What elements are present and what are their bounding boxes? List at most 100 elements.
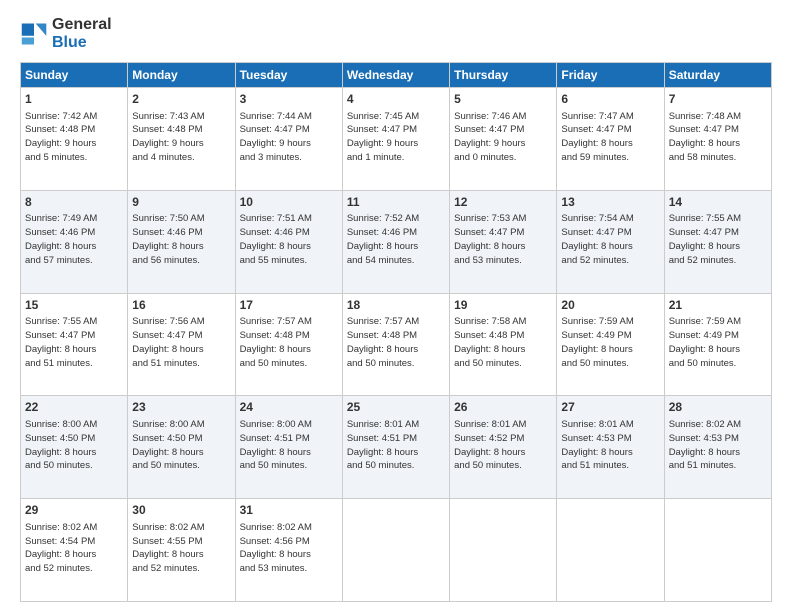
day-info: Sunrise: 8:01 AM Sunset: 4:53 PM Dayligh… [561, 419, 633, 471]
day-info: Sunrise: 8:01 AM Sunset: 4:52 PM Dayligh… [454, 419, 526, 471]
calendar-day-cell [557, 499, 664, 602]
day-number: 8 [25, 195, 123, 211]
calendar-day-header: Friday [557, 63, 664, 88]
day-number: 5 [454, 92, 552, 108]
day-number: 19 [454, 298, 552, 314]
day-info: Sunrise: 7:46 AM Sunset: 4:47 PM Dayligh… [454, 111, 526, 163]
day-info: Sunrise: 8:02 AM Sunset: 4:53 PM Dayligh… [669, 419, 741, 471]
calendar-day-cell: 12 Sunrise: 7:53 AM Sunset: 4:47 PM Dayli… [450, 190, 557, 293]
day-number: 24 [240, 400, 338, 416]
calendar-day-cell: 22 Sunrise: 8:00 AM Sunset: 4:50 PM Dayli… [21, 396, 128, 499]
calendar-day-cell: 7Sunrise: 7:48 AM Sunset: 4:47 PM Daylig… [664, 88, 771, 191]
day-info: Sunrise: 7:43 AM Sunset: 4:48 PM Dayligh… [132, 111, 204, 163]
day-info: Sunrise: 8:00 AM Sunset: 4:51 PM Dayligh… [240, 419, 312, 471]
day-info: Sunrise: 7:48 AM Sunset: 4:47 PM Dayligh… [669, 111, 741, 163]
day-info: Sunrise: 7:47 AM Sunset: 4:47 PM Dayligh… [561, 111, 633, 163]
calendar-day-cell [664, 499, 771, 602]
calendar-day-cell: 28 Sunrise: 8:02 AM Sunset: 4:53 PM Dayli… [664, 396, 771, 499]
day-number: 6 [561, 92, 659, 108]
day-info: Sunrise: 7:59 AM Sunset: 4:49 PM Dayligh… [669, 316, 741, 368]
day-info: Sunrise: 7:42 AM Sunset: 4:48 PM Dayligh… [25, 111, 97, 163]
day-number: 27 [561, 400, 659, 416]
calendar-day-header: Monday [128, 63, 235, 88]
day-info: Sunrise: 7:58 AM Sunset: 4:48 PM Dayligh… [454, 316, 526, 368]
day-info: Sunrise: 8:00 AM Sunset: 4:50 PM Dayligh… [25, 419, 97, 471]
calendar-day-cell: 4Sunrise: 7:45 AM Sunset: 4:47 PM Daylig… [342, 88, 449, 191]
day-number: 10 [240, 195, 338, 211]
day-info: Sunrise: 8:00 AM Sunset: 4:50 PM Dayligh… [132, 419, 204, 471]
calendar-day-cell: 25 Sunrise: 8:01 AM Sunset: 4:51 PM Dayli… [342, 396, 449, 499]
calendar-header-row: SundayMondayTuesdayWednesdayThursdayFrid… [21, 63, 772, 88]
calendar-day-cell: 3 Sunrise: 7:44 AM Sunset: 4:47 PM Daylig… [235, 88, 342, 191]
calendar-day-cell: 2 Sunrise: 7:43 AM Sunset: 4:48 PM Daylig… [128, 88, 235, 191]
calendar-day-cell: 30Sunrise: 8:02 AM Sunset: 4:55 PM Dayli… [128, 499, 235, 602]
day-info: Sunrise: 7:49 AM Sunset: 4:46 PM Dayligh… [25, 213, 97, 265]
day-info: Sunrise: 8:01 AM Sunset: 4:51 PM Dayligh… [347, 419, 419, 471]
day-info: Sunrise: 7:50 AM Sunset: 4:46 PM Dayligh… [132, 213, 204, 265]
day-number: 16 [132, 298, 230, 314]
day-number: 2 [132, 92, 230, 108]
calendar-day-cell: 5 Sunrise: 7:46 AM Sunset: 4:47 PM Daylig… [450, 88, 557, 191]
day-number: 4 [347, 92, 445, 108]
calendar-day-cell: 24 Sunrise: 8:00 AM Sunset: 4:51 PM Dayli… [235, 396, 342, 499]
calendar-day-cell: 15Sunrise: 7:55 AM Sunset: 4:47 PM Dayli… [21, 293, 128, 396]
calendar-day-cell: 20 Sunrise: 7:59 AM Sunset: 4:49 PM Dayli… [557, 293, 664, 396]
calendar-day-cell: 16Sunrise: 7:56 AM Sunset: 4:47 PM Dayli… [128, 293, 235, 396]
calendar-day-header: Tuesday [235, 63, 342, 88]
day-info: Sunrise: 8:02 AM Sunset: 4:56 PM Dayligh… [240, 522, 312, 574]
calendar-day-cell: 29Sunrise: 8:02 AM Sunset: 4:54 PM Dayli… [21, 499, 128, 602]
header: General Blue [20, 16, 772, 52]
calendar-day-header: Thursday [450, 63, 557, 88]
calendar-day-cell: 9 Sunrise: 7:50 AM Sunset: 4:46 PM Daylig… [128, 190, 235, 293]
day-info: Sunrise: 7:52 AM Sunset: 4:46 PM Dayligh… [347, 213, 419, 265]
calendar-day-cell: 19 Sunrise: 7:58 AM Sunset: 4:48 PM Dayli… [450, 293, 557, 396]
calendar-day-cell: 13 Sunrise: 7:54 AM Sunset: 4:47 PM Dayli… [557, 190, 664, 293]
calendar-day-cell: 21 Sunrise: 7:59 AM Sunset: 4:49 PM Dayli… [664, 293, 771, 396]
day-info: Sunrise: 8:02 AM Sunset: 4:54 PM Dayligh… [25, 522, 97, 574]
day-number: 23 [132, 400, 230, 416]
day-number: 25 [347, 400, 445, 416]
day-info: Sunrise: 7:57 AM Sunset: 4:48 PM Dayligh… [347, 316, 419, 368]
day-number: 9 [132, 195, 230, 211]
day-info: Sunrise: 7:57 AM Sunset: 4:48 PM Dayligh… [240, 316, 312, 368]
calendar-day-cell: 10 Sunrise: 7:51 AM Sunset: 4:46 PM Dayli… [235, 190, 342, 293]
calendar-day-cell: 27 Sunrise: 8:01 AM Sunset: 4:53 PM Dayli… [557, 396, 664, 499]
day-number: 3 [240, 92, 338, 108]
day-info: Sunrise: 7:51 AM Sunset: 4:46 PM Dayligh… [240, 213, 312, 265]
calendar-week-row: 29Sunrise: 8:02 AM Sunset: 4:54 PM Dayli… [21, 499, 772, 602]
day-number: 31 [240, 503, 338, 519]
day-info: Sunrise: 7:54 AM Sunset: 4:47 PM Dayligh… [561, 213, 633, 265]
logo-text: General Blue [52, 16, 112, 52]
day-info: Sunrise: 7:55 AM Sunset: 4:47 PM Dayligh… [669, 213, 741, 265]
day-info: Sunrise: 7:44 AM Sunset: 4:47 PM Dayligh… [240, 111, 312, 163]
calendar-day-cell: 17 Sunrise: 7:57 AM Sunset: 4:48 PM Dayli… [235, 293, 342, 396]
calendar-table: SundayMondayTuesdayWednesdayThursdayFrid… [20, 62, 772, 602]
calendar-day-cell: 31 Sunrise: 8:02 AM Sunset: 4:56 PM Dayli… [235, 499, 342, 602]
logo-icon [20, 20, 48, 48]
day-number: 13 [561, 195, 659, 211]
day-number: 26 [454, 400, 552, 416]
day-number: 28 [669, 400, 767, 416]
day-number: 21 [669, 298, 767, 314]
calendar-day-cell: 23 Sunrise: 8:00 AM Sunset: 4:50 PM Dayli… [128, 396, 235, 499]
calendar-week-row: 15Sunrise: 7:55 AM Sunset: 4:47 PM Dayli… [21, 293, 772, 396]
calendar-week-row: 1 Sunrise: 7:42 AM Sunset: 4:48 PM Daylig… [21, 88, 772, 191]
day-info: Sunrise: 7:53 AM Sunset: 4:47 PM Dayligh… [454, 213, 526, 265]
calendar-day-cell: 11 Sunrise: 7:52 AM Sunset: 4:46 PM Dayli… [342, 190, 449, 293]
day-number: 1 [25, 92, 123, 108]
calendar-day-cell: 26 Sunrise: 8:01 AM Sunset: 4:52 PM Dayli… [450, 396, 557, 499]
calendar-day-header: Wednesday [342, 63, 449, 88]
logo: General Blue [20, 16, 112, 52]
calendar-day-header: Sunday [21, 63, 128, 88]
calendar-day-cell [450, 499, 557, 602]
day-number: 12 [454, 195, 552, 211]
day-number: 17 [240, 298, 338, 314]
day-number: 14 [669, 195, 767, 211]
day-info: Sunrise: 7:59 AM Sunset: 4:49 PM Dayligh… [561, 316, 633, 368]
calendar-week-row: 22 Sunrise: 8:00 AM Sunset: 4:50 PM Dayli… [21, 396, 772, 499]
day-number: 22 [25, 400, 123, 416]
day-number: 20 [561, 298, 659, 314]
page-container: General Blue SundayMondayTuesdayWednesda… [0, 0, 792, 612]
calendar-day-cell: 8 Sunrise: 7:49 AM Sunset: 4:46 PM Daylig… [21, 190, 128, 293]
day-number: 11 [347, 195, 445, 211]
